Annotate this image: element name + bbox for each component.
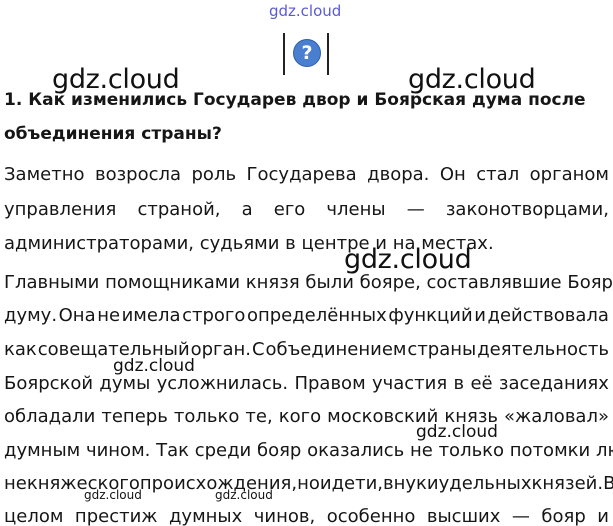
watermark-top: gdz.cloud (269, 2, 342, 20)
word: Боярской (4, 373, 94, 394)
paragraph1-line-1: Заметно возросла роль Государева двора. Он ста… (4, 164, 609, 185)
word: органом (529, 164, 609, 185)
word: определённых (246, 305, 387, 326)
word: теперь (101, 406, 168, 427)
word: думы (99, 373, 151, 394)
word: функций (388, 305, 473, 326)
word: имела (121, 305, 181, 326)
word: её (470, 373, 493, 394)
word: особенно (326, 506, 416, 526)
word: чинов, (253, 506, 316, 526)
question-line-1: 1. Как изменились Государев двор и Боярс… (4, 90, 586, 110)
watermark-bottom-left: gdz.cloud (84, 488, 142, 502)
word: как (4, 339, 37, 360)
watermark-bottom-center: gdz.cloud (215, 488, 273, 502)
question-icon-frame: ? (283, 33, 329, 75)
word: роль (191, 164, 237, 185)
word: Государева (246, 164, 357, 185)
paragraph2-line-2: думу. Она не имела строго определённых функций… (4, 305, 609, 326)
word: объединением (265, 339, 407, 360)
word: те, (245, 406, 273, 427)
paragraph2-line-1: Главными помощниками князя были бояре, с… (4, 272, 613, 293)
word: — (511, 506, 530, 526)
question-line-2: объединения страны? (4, 124, 222, 144)
word: законотворцами, (445, 199, 609, 220)
word: целом (4, 506, 64, 526)
word: бояр (541, 506, 586, 526)
word: князей. (531, 473, 604, 494)
word: заседаниях (498, 373, 609, 394)
word: Она (58, 305, 96, 326)
word: усложнилась. (156, 373, 289, 394)
word: С (251, 339, 265, 360)
word: страны (407, 339, 477, 360)
word: думу. (4, 305, 58, 326)
word: престиж (74, 506, 158, 526)
word: только (173, 406, 240, 427)
word: не (97, 305, 121, 326)
word: — (406, 199, 425, 220)
paragraph2-line-8: целом престиж думных чинов, особенно высших — б… (4, 506, 609, 526)
word: а (241, 199, 253, 220)
word: участия (371, 373, 448, 394)
paragraph2-line-5: обладали теперь только те, кого московский кня… (4, 406, 609, 427)
word: удельных (438, 473, 532, 494)
paragraph2-line-3: как совещательный орган. Собъединением стран… (4, 339, 609, 360)
watermark-right-mid: gdz.cloud (416, 422, 498, 442)
watermark-center: gdz.cloud (344, 244, 472, 275)
word: члены (326, 199, 386, 220)
paragraph1-line-2: управления страной, а его члены — законотворца… (4, 199, 609, 220)
word: строго (182, 305, 246, 326)
question-mark-icon: ? (293, 39, 321, 67)
word: орган. (190, 339, 252, 360)
word: деятельность (477, 339, 609, 360)
word: стал (476, 164, 520, 185)
word: управления (4, 199, 117, 220)
word: и (597, 506, 609, 526)
word: его (273, 199, 306, 220)
word: «жаловал» (504, 406, 609, 427)
word: Правом (294, 373, 366, 394)
paragraph2-line-6: думным чином. Так среди бояр оказались н… (4, 440, 613, 461)
word: обладали (4, 406, 96, 427)
paragraph2-line-4: Боярской думы усложнилась. Правом участия в её… (4, 373, 609, 394)
word: действовала (487, 305, 609, 326)
page: gdz.cloud ? gdz.cloud gdz.cloud 1. Как и… (0, 0, 613, 526)
word: кого (278, 406, 322, 427)
word: и (474, 305, 486, 326)
word: В (603, 473, 613, 494)
word: думных (168, 506, 243, 526)
word: двора. (367, 164, 430, 185)
word: страной, (137, 199, 221, 220)
word: внуки (383, 473, 439, 494)
word: возросла (94, 164, 182, 185)
word: Заметно (4, 164, 85, 185)
word: в (453, 373, 465, 394)
word: дети, (331, 473, 383, 494)
word: но (297, 473, 320, 494)
word: Он (439, 164, 466, 185)
word: и (319, 473, 332, 494)
word: высших (426, 506, 501, 526)
